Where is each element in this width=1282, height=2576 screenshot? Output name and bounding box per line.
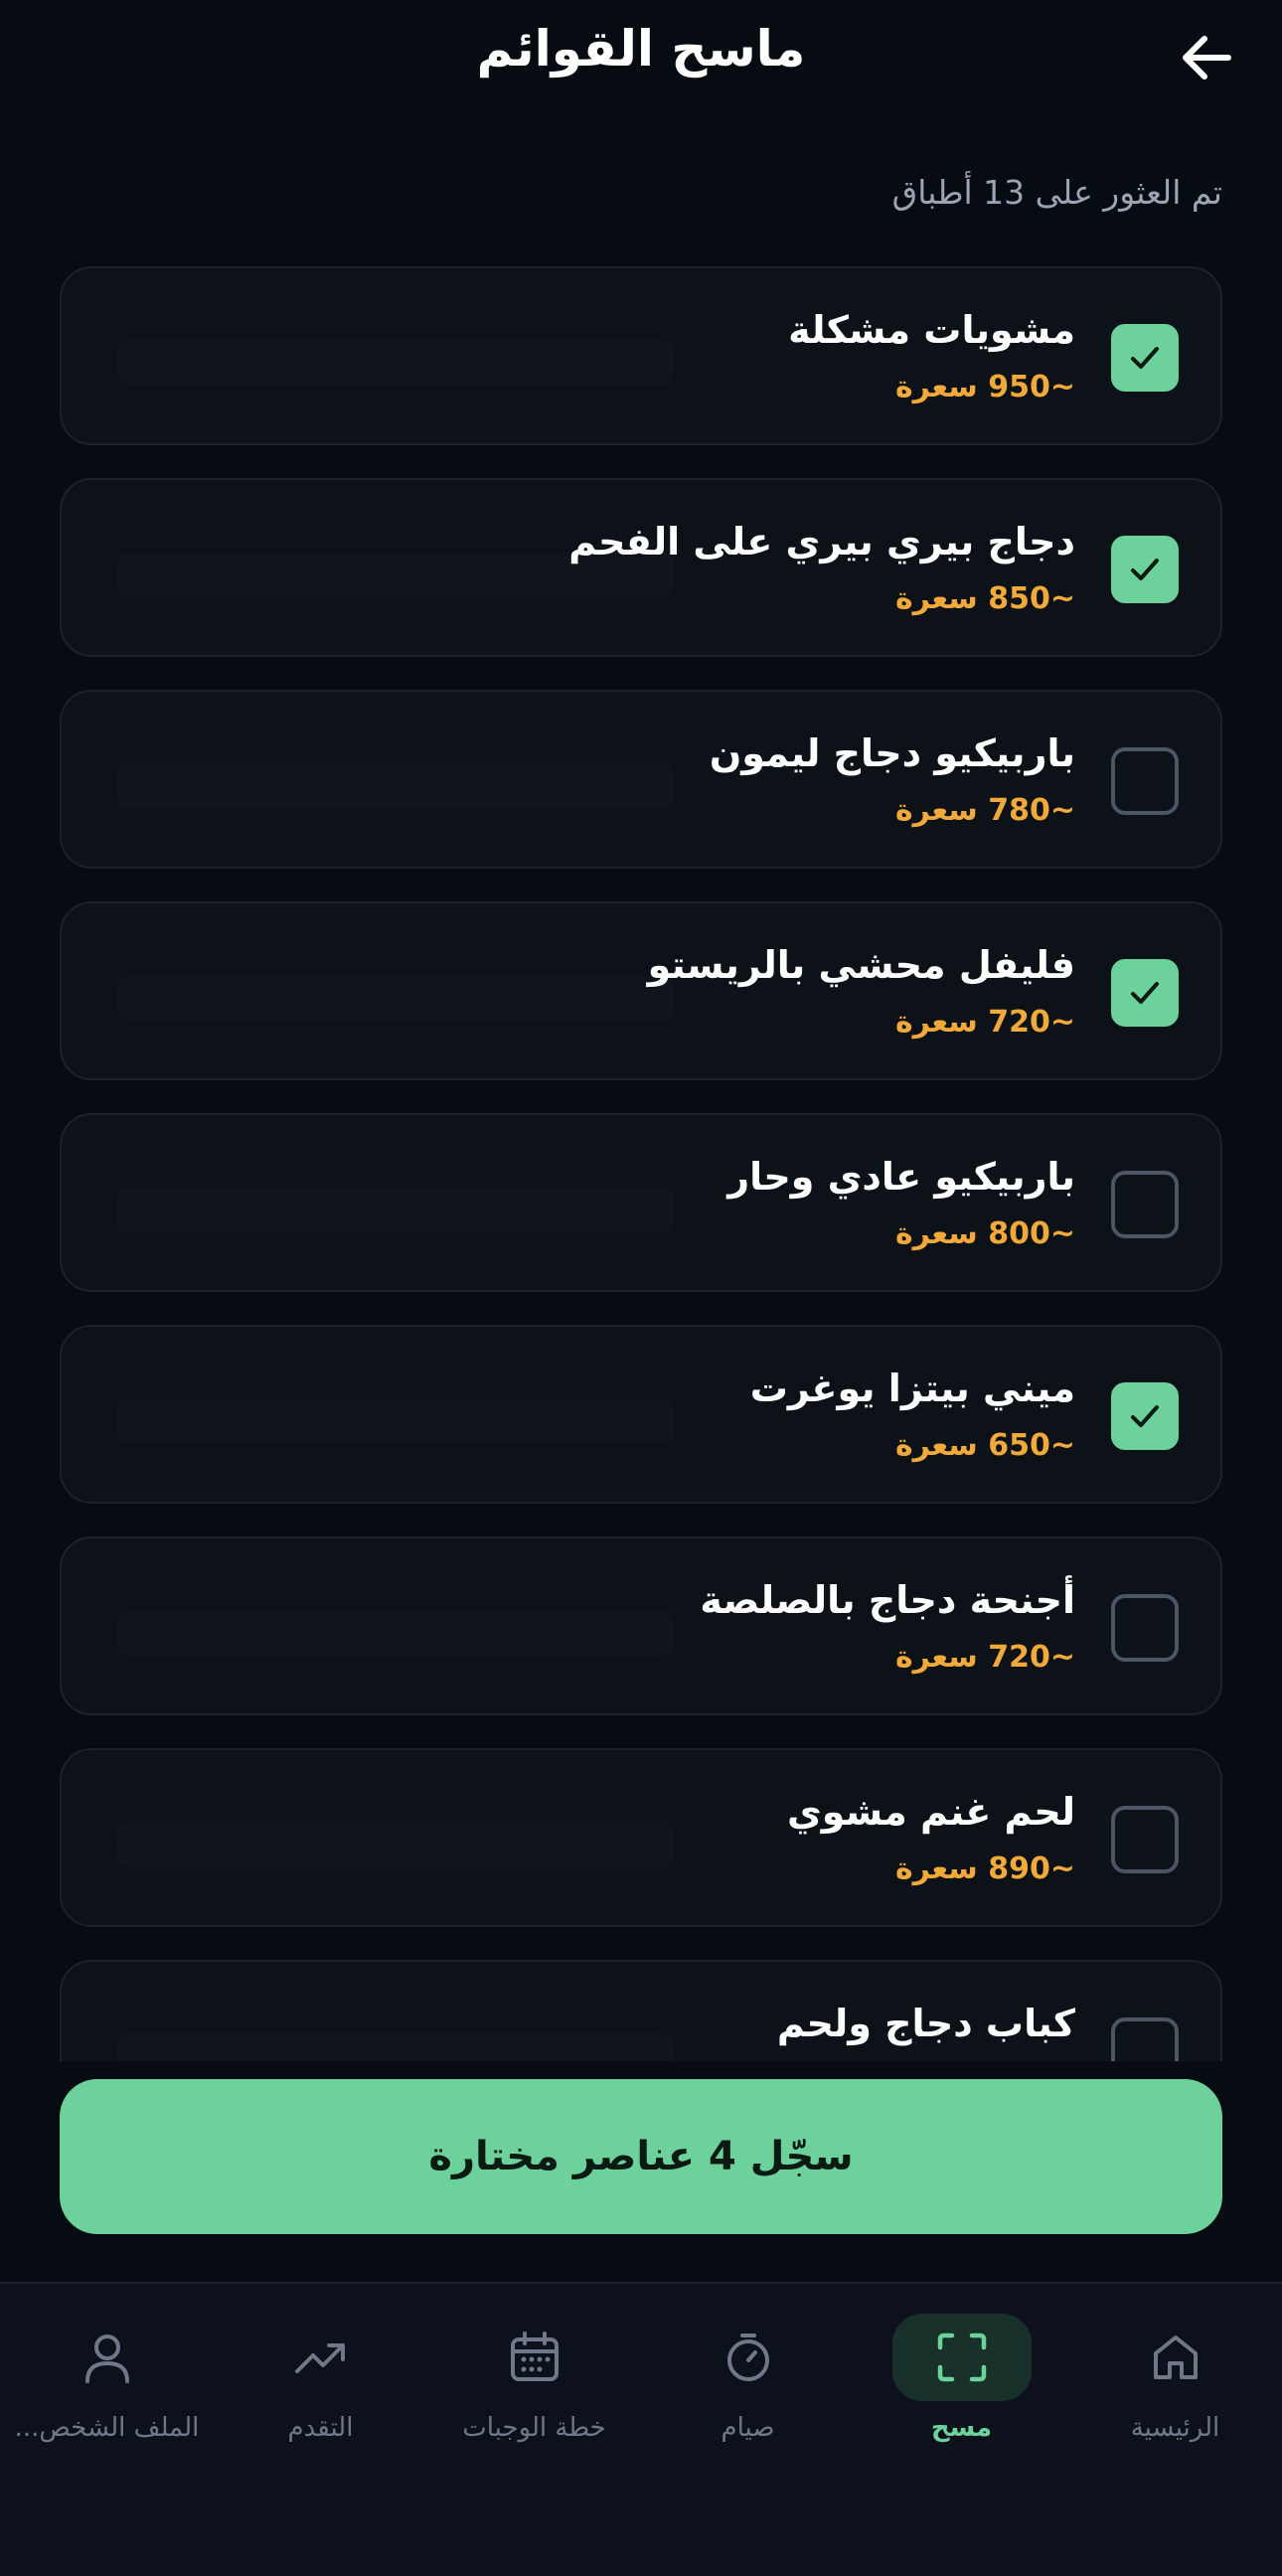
calendar-icon [510,2332,559,2381]
page-title: ماسح القوائم [476,20,806,78]
card-shadow-decoration [117,1187,674,1232]
card-shadow-decoration [117,763,674,809]
check-icon [1131,982,1159,1004]
dish-name: باربيكيو عادي وحار [727,1155,1075,1199]
dish-calories: ~800 سعرة [894,1216,1075,1251]
dish-calories: ~890 سعرة [894,1852,1075,1886]
dish-name: أجنحة دجاج بالصلصة [700,1578,1075,1622]
nav-item-scan[interactable]: مسح [855,2284,1068,2463]
nav-label: مسح [930,2413,993,2443]
check-icon [1131,347,1159,369]
nav-icon-container [465,2314,604,2401]
dish-calories: ~850 سعرة [894,581,1075,616]
nav-icon-container [891,2314,1032,2401]
card-shadow-decoration [117,1822,674,1867]
log-selected-button[interactable]: سجّل 4 عناصر مختارة [60,2079,1222,2234]
dish-card[interactable]: باربيكيو عادي وحار ~800 سعرة [60,1113,1222,1292]
dish-calories: ~950 سعرة [894,370,1075,404]
dish-card[interactable]: مشويات مشكلة ~950 سعرة [60,266,1222,445]
nav-label: الرئيسية [1130,2413,1220,2443]
dish-card[interactable]: أجنحة دجاج بالصلصة ~720 سعرة [60,1536,1222,1715]
dish-checkbox[interactable] [1111,2017,1179,2061]
dish-checkbox[interactable] [1111,1382,1179,1450]
nav-label: الملف الشخص... [14,2413,200,2443]
dish-card[interactable]: كباب دجاج ولحم [60,1960,1222,2061]
bottom-nav: الرئيسية مسح صيام خطة الوجبات التقدم الملف ال… [0,2282,1282,2576]
card-shadow-decoration [117,975,674,1021]
nav-label: خطة الوجبات [462,2413,606,2443]
check-icon [1131,1405,1159,1427]
home-icon [1153,2335,1198,2379]
nav-label: التقدم [287,2413,354,2443]
dish-checkbox[interactable] [1111,324,1179,392]
trending-up-icon [294,2343,345,2373]
nav-label: صيام [721,2413,775,2443]
arrow-left-icon [1183,36,1231,80]
dish-name: كباب دجاج ولحم [776,2002,1075,2045]
dish-calories: ~780 سعرة [894,793,1075,828]
check-icon [1131,559,1159,580]
card-shadow-decoration [117,1610,674,1656]
stopwatch-icon [726,2334,769,2381]
back-button[interactable] [1171,22,1242,93]
user-icon [84,2334,129,2383]
dish-checkbox[interactable] [1111,1594,1179,1662]
dishes-found-count: تم العثور على 13 أطباق [891,173,1222,212]
card-shadow-decoration [117,340,674,386]
dish-name: باربيكيو دجاج ليمون [709,731,1075,775]
dish-checkbox[interactable] [1111,747,1179,815]
dish-card[interactable]: دجاج بيري بيري على الفحم ~850 سعرة [60,478,1222,657]
nav-item-calendar[interactable]: خطة الوجبات [427,2284,641,2463]
nav-item-user[interactable]: الملف الشخص... [0,2284,214,2463]
dish-name: فليفل محشي بالريستو [647,943,1075,987]
dish-calories: ~720 سعرة [894,1005,1075,1040]
dish-checkbox[interactable] [1111,536,1179,603]
dish-checkbox[interactable] [1111,959,1179,1027]
nav-icon-container [1106,2314,1245,2401]
dish-card[interactable]: فليفل محشي بالريستو ~720 سعرة [60,901,1222,1080]
dish-card[interactable]: لحم غنم مشوي ~890 سعرة [60,1748,1222,1927]
dish-name: دجاج بيري بيري على الفحم [568,520,1075,564]
card-shadow-decoration [117,2033,674,2061]
nav-icon-container [38,2314,177,2401]
card-shadow-decoration [117,1398,674,1444]
dish-calories: ~650 سعرة [894,1428,1075,1463]
nav-item-home[interactable]: الرئيسية [1068,2284,1282,2463]
dish-calories: ~720 سعرة [894,1640,1075,1675]
dish-list[interactable]: مشويات مشكلة ~950 سعرة دجاج بيري بيري على … [60,266,1222,2061]
scan-icon [937,2333,986,2382]
dish-name: ميني بيتزا يوغرت [749,1367,1075,1410]
menu-scanner-screen: ماسح القوائم تم العثور على 13 أطباق مشوي… [0,0,1282,2576]
dish-card[interactable]: ميني بيتزا يوغرت ~650 سعرة [60,1325,1222,1504]
header: ماسح القوائم [0,0,1282,119]
dish-name: لحم غنم مشوي [786,1790,1075,1834]
nav-icon-container [679,2314,818,2401]
dish-name: مشويات مشكلة [788,308,1075,352]
dish-checkbox[interactable] [1111,1171,1179,1238]
dish-card[interactable]: باربيكيو دجاج ليمون ~780 سعرة [60,690,1222,869]
nav-item-stopwatch[interactable]: صيام [641,2284,855,2463]
dish-checkbox[interactable] [1111,1806,1179,1873]
nav-icon-container [251,2314,391,2401]
nav-item-trending-up[interactable]: التقدم [214,2284,427,2463]
